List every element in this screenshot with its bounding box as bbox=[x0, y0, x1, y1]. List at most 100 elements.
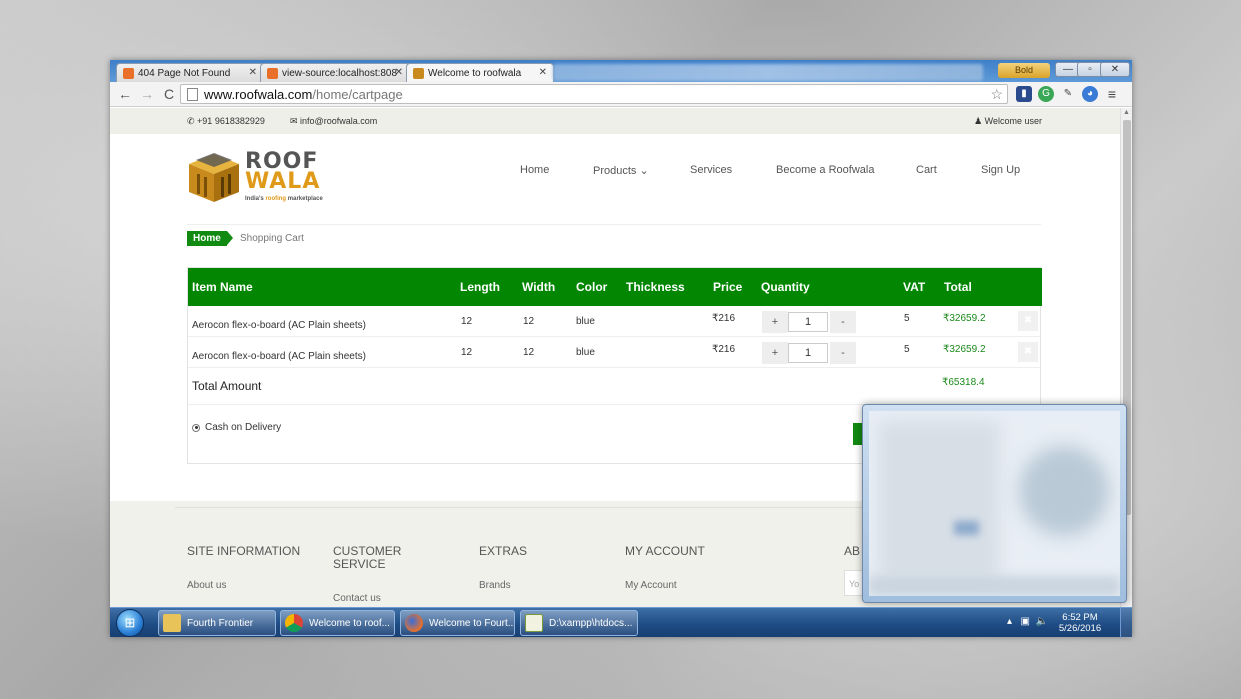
menu-products[interactable]: Products ⌄ bbox=[593, 164, 649, 177]
tab-favicon-icon bbox=[267, 67, 278, 79]
header-quantity: Quantity bbox=[761, 280, 810, 294]
page-icon bbox=[187, 87, 198, 101]
tab-label: Welcome to roofwala bbox=[428, 67, 522, 79]
bookmark-star-icon[interactable]: ☆ bbox=[990, 86, 1003, 103]
item-vat: 5 bbox=[904, 313, 910, 324]
close-icon[interactable]: ✕ bbox=[249, 67, 257, 78]
tab-404[interactable]: 404 Page Not Found ✕ bbox=[116, 63, 264, 82]
header-thickness: Thickness bbox=[626, 280, 685, 294]
taskbar-item-label: Fourth Frontier bbox=[187, 617, 254, 629]
remove-item-button[interactable]: ✖ bbox=[1018, 311, 1038, 331]
close-icon[interactable]: ✕ bbox=[395, 67, 403, 78]
qty-minus-button[interactable]: - bbox=[830, 311, 856, 333]
footer-link-about-us[interactable]: About us bbox=[187, 580, 226, 591]
qty-input[interactable]: 1 bbox=[788, 312, 828, 332]
footer-link-contact-us[interactable]: Contact us bbox=[333, 593, 381, 604]
item-length: 12 bbox=[461, 316, 473, 327]
header-length: Length bbox=[460, 280, 500, 294]
show-desktop-button[interactable] bbox=[1120, 608, 1132, 638]
welcome-user[interactable]: ♟ Welcome user bbox=[974, 116, 1042, 127]
divider bbox=[187, 224, 1041, 225]
menu-icon[interactable]: ≡ bbox=[1104, 86, 1120, 102]
browser-toolbar: ← → C www.roofwala.com/home/cartpage ☆ bbox=[110, 82, 1132, 107]
windows-logo-icon: ⊞ bbox=[124, 615, 136, 630]
payment-radio[interactable] bbox=[192, 423, 200, 432]
chrome-icon bbox=[285, 614, 303, 632]
qty-plus-button[interactable]: + bbox=[762, 311, 788, 333]
menu-products-label: Products bbox=[593, 165, 637, 177]
breadcrumb-home[interactable]: Home bbox=[187, 231, 233, 246]
scroll-up-icon[interactable]: ▲ bbox=[1123, 109, 1130, 116]
blurred-region bbox=[1019, 446, 1109, 536]
window-close-button[interactable]: ✕ bbox=[1100, 62, 1130, 77]
item-total: ₹32659.2 bbox=[943, 344, 986, 355]
extension-chart-icon[interactable]: ▮ bbox=[1016, 86, 1032, 102]
start-button[interactable]: ⊞ bbox=[116, 609, 144, 637]
close-icon[interactable]: ✕ bbox=[539, 67, 547, 78]
item-price: ₹216 bbox=[712, 313, 736, 324]
tab-favicon-icon bbox=[123, 67, 134, 79]
footer-link-brands[interactable]: Brands bbox=[479, 580, 511, 591]
menu-cart[interactable]: Cart bbox=[916, 164, 937, 176]
taskbar-item-chrome[interactable]: Welcome to roof... bbox=[280, 610, 395, 636]
extension-green-icon[interactable]: G bbox=[1038, 86, 1054, 102]
item-color: blue bbox=[576, 316, 595, 327]
tab-label: view-source:localhost:808 bbox=[282, 67, 398, 79]
extension-globe-icon[interactable]: ◕ bbox=[1082, 86, 1098, 102]
item-width: 12 bbox=[523, 316, 535, 327]
volume-icon[interactable]: 🔈 bbox=[1036, 616, 1048, 627]
item-color: blue bbox=[576, 347, 595, 358]
tab-view-source[interactable]: view-source:localhost:808 ✕ bbox=[260, 63, 410, 82]
item-name: Aerocon flex-o-board (AC Plain sheets) bbox=[192, 320, 366, 331]
blurred-region bbox=[869, 576, 1120, 596]
footer-site-information: SITE INFORMATION bbox=[187, 544, 301, 558]
taskbar-item-label: D:\xampp\htdocs... bbox=[549, 617, 633, 629]
email-contact[interactable]: ✉ info@roofwala.com bbox=[290, 116, 377, 127]
total-amount-value: ₹65318.4 bbox=[942, 377, 985, 388]
payment-option[interactable]: Cash on Delivery bbox=[192, 422, 281, 433]
taskbar-item-label: Welcome to roof... bbox=[309, 617, 390, 629]
extension-pen-icon[interactable]: ✎ bbox=[1060, 86, 1076, 102]
header-vat: VAT bbox=[903, 280, 926, 294]
item-name: Aerocon flex-o-board (AC Plain sheets) bbox=[192, 351, 366, 362]
address-bar[interactable]: www.roofwala.com/home/cartpage ☆ bbox=[180, 84, 1008, 104]
email-address: info@roofwala.com bbox=[300, 116, 378, 126]
footer-link-my-account[interactable]: My Account bbox=[625, 580, 677, 591]
taskbar-item-editor[interactable]: D:\xampp\htdocs... bbox=[520, 610, 638, 636]
clock[interactable]: 6:52 PM 5/26/2016 bbox=[1050, 612, 1110, 634]
payment-option-label: Cash on Delivery bbox=[205, 422, 282, 433]
header-item-name: Item Name bbox=[192, 280, 253, 294]
menu-become-roofwala[interactable]: Become a Roofwala bbox=[776, 164, 874, 176]
windows-taskbar: ⊞ Fourth Frontier Welcome to roof... Wel… bbox=[110, 607, 1132, 638]
roofwala-logo[interactable]: ROOF WALA India's roofing marketplace bbox=[187, 151, 342, 207]
popup-window[interactable] bbox=[862, 404, 1127, 603]
reload-icon[interactable]: C bbox=[162, 86, 176, 102]
network-icon[interactable]: ▣ bbox=[1021, 616, 1030, 627]
chevron-down-icon: ⌄ bbox=[639, 165, 649, 177]
site-topbar: ✆ +91 9618382929 ✉ info@roofwala.com ♟ W… bbox=[110, 108, 1120, 134]
qty-plus-button[interactable]: + bbox=[762, 342, 788, 364]
menu-services[interactable]: Services bbox=[690, 164, 732, 176]
menu-sign-up[interactable]: Sign Up bbox=[981, 164, 1020, 176]
taskbar-item-firefox[interactable]: Welcome to Fourt... bbox=[400, 610, 515, 636]
total-amount-label: Total Amount bbox=[192, 379, 262, 393]
taskbar-item-label: Welcome to Fourt... bbox=[429, 617, 515, 629]
window-user-badge[interactable]: Bold bbox=[998, 63, 1050, 78]
logo-line2: WALA bbox=[245, 169, 321, 194]
qty-minus-button[interactable]: - bbox=[830, 342, 856, 364]
logo-tagline: India's roofing marketplace bbox=[245, 196, 323, 202]
back-arrow-icon[interactable]: ← bbox=[118, 86, 132, 102]
url-host: www.roofwala.com bbox=[204, 86, 313, 102]
taskbar-item-explorer[interactable]: Fourth Frontier bbox=[158, 610, 276, 636]
editor-icon bbox=[525, 614, 543, 632]
cart-table-header: Item Name Length Width Color Thickness P… bbox=[188, 268, 1042, 306]
qty-input[interactable]: 1 bbox=[788, 343, 828, 363]
remove-item-button[interactable]: ✖ bbox=[1018, 342, 1038, 362]
menu-home[interactable]: Home bbox=[520, 164, 549, 176]
forward-arrow-icon[interactable]: → bbox=[140, 86, 154, 102]
cart-row: Aerocon flex-o-board (AC Plain sheets) 1… bbox=[188, 337, 1040, 368]
tab-roofwala[interactable]: Welcome to roofwala ✕ bbox=[406, 63, 554, 82]
tray-arrow-icon[interactable]: ▴ bbox=[1007, 616, 1012, 627]
clock-time: 6:52 PM bbox=[1062, 612, 1098, 623]
tab-favicon-icon bbox=[413, 67, 424, 79]
